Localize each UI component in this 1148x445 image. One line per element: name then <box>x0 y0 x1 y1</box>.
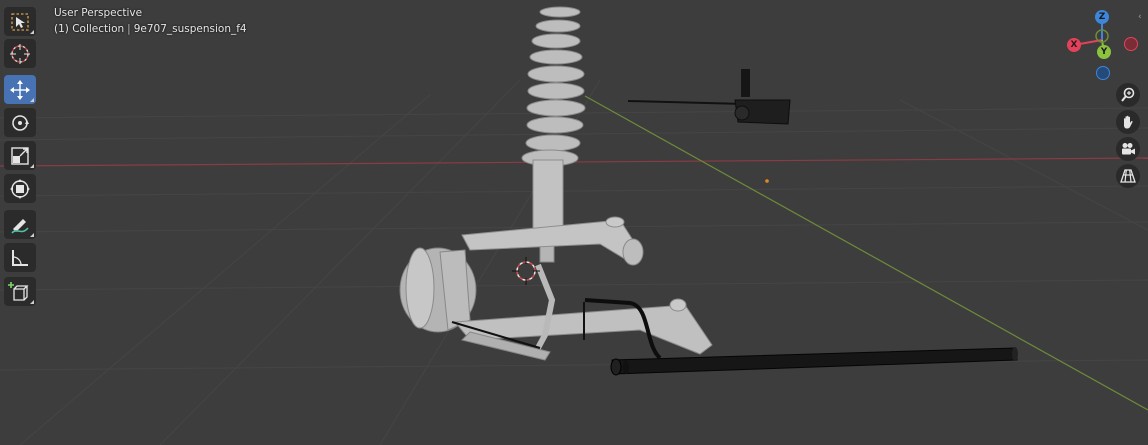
annotate-icon <box>11 218 29 234</box>
cursor-icon <box>10 43 30 64</box>
3d-viewport[interactable]: User Perspective (1) Collection | 9e707_su… <box>0 0 1148 445</box>
select-box-tool[interactable] <box>4 7 36 36</box>
rotate-tool[interactable] <box>4 108 36 137</box>
gizmo-z-axis[interactable]: Z <box>1095 10 1109 24</box>
collection-info: (1) Collection | 9e707_suspension_f4 <box>54 23 247 35</box>
anti-roll-bar <box>611 347 1018 375</box>
distant-suspension-model[interactable] <box>627 69 791 125</box>
hand-pan-icon <box>1124 115 1133 129</box>
add-cube-tool[interactable] <box>4 277 36 306</box>
annotate-tool[interactable] <box>4 210 36 239</box>
gizmo-neg-x-axis[interactable] <box>1124 37 1138 51</box>
zoom-button[interactable] <box>1116 83 1140 107</box>
transform-tool[interactable] <box>4 174 36 203</box>
transform-icon <box>10 178 30 199</box>
sidebar-toggle[interactable]: ‹ <box>1138 12 1142 22</box>
object-name: 9e707_suspension_f4 <box>133 23 247 35</box>
collection-label: (1) Collection <box>54 23 125 35</box>
floor-grid <box>0 79 1148 445</box>
measure-icon <box>12 249 28 266</box>
scale-icon <box>11 146 29 165</box>
move-tool[interactable] <box>4 75 36 104</box>
add-cube-icon <box>8 281 29 301</box>
scene[interactable] <box>0 0 1148 445</box>
3d-cursor-icon[interactable] <box>512 257 540 285</box>
gizmo-y-axis[interactable]: Y <box>1097 45 1111 59</box>
measure-tool[interactable] <box>4 243 36 272</box>
gizmo-x-axis[interactable]: X <box>1067 38 1081 52</box>
grid-view-icon <box>1120 169 1136 183</box>
toggle-perspective-button[interactable] <box>1116 164 1140 188</box>
pan-button[interactable] <box>1116 110 1140 134</box>
gizmo-neg-z-axis[interactable] <box>1096 66 1110 80</box>
suspension-assembly[interactable] <box>399 6 1018 376</box>
camera-icon <box>1122 143 1135 155</box>
coil-spring <box>521 6 586 167</box>
rotate-icon <box>12 114 29 131</box>
cursor-tool[interactable] <box>4 39 36 68</box>
move-icon <box>10 79 30 100</box>
camera-view-button[interactable] <box>1116 137 1140 161</box>
select-box-icon <box>11 12 29 31</box>
scale-tool[interactable] <box>4 141 36 170</box>
zoom-icon <box>1121 87 1135 102</box>
origin-point <box>765 179 769 183</box>
view-title: User Perspective <box>54 7 143 19</box>
